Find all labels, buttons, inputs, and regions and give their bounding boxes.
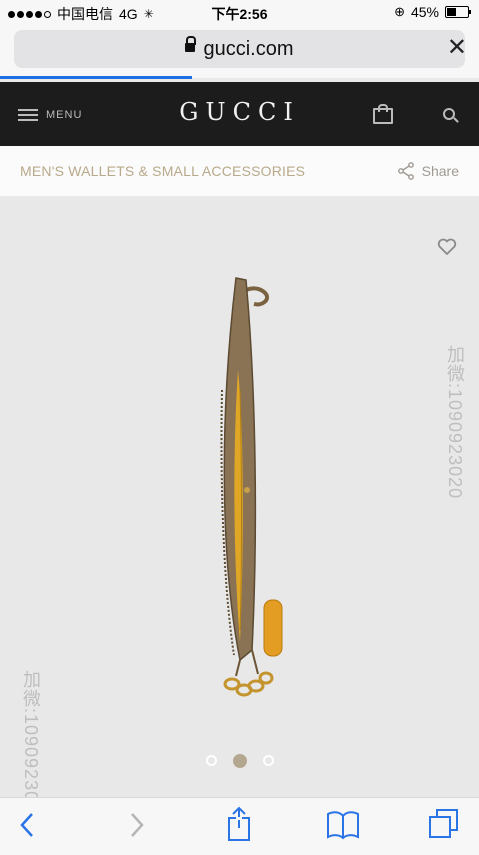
- site-logo[interactable]: GUCCI: [0, 98, 479, 126]
- search-icon[interactable]: [443, 108, 455, 120]
- share-label: Share: [421, 163, 459, 179]
- battery-percent: 45%: [410, 4, 439, 20]
- status-right: ⊕ 45%: [394, 4, 471, 20]
- shopping-bag-icon[interactable]: [373, 104, 393, 124]
- stop-loading-button[interactable]: ✕: [447, 33, 467, 62]
- gallery-page-dot[interactable]: [205, 755, 217, 766]
- share-button[interactable]: Share: [397, 162, 459, 180]
- product-image: [220, 277, 283, 697]
- lock-icon: [185, 36, 197, 53]
- url-text: gucci.com: [203, 38, 294, 60]
- address-display: gucci.com: [14, 36, 465, 61]
- category-bar: MEN'S WALLETS & SMALL ACCESSORIES Share: [0, 146, 479, 197]
- share-icon[interactable]: [225, 806, 253, 842]
- category-title[interactable]: MEN'S WALLETS & SMALL ACCESSORIES: [20, 163, 305, 179]
- orientation-lock-icon: ⊕: [394, 4, 405, 19]
- watermark-text: 加微:1090923020: [445, 345, 465, 500]
- gallery-page-dot[interactable]: [232, 754, 247, 768]
- address-field[interactable]: gucci.com: [14, 30, 465, 68]
- back-arrow-icon[interactable]: [18, 810, 38, 840]
- share-nodes-icon: [397, 162, 414, 180]
- browser-toolbar: [0, 797, 479, 855]
- tabs-icon[interactable]: [428, 808, 460, 840]
- bookmarks-icon[interactable]: [326, 810, 360, 840]
- site-header: MENU GUCCI: [0, 82, 479, 146]
- forward-arrow-icon[interactable]: [126, 810, 146, 840]
- status-bar: 中国电信 4G ✳ 下午2:56 ⊕ 45%: [0, 0, 479, 26]
- battery-icon: [445, 6, 471, 18]
- gallery-pager: [0, 754, 479, 768]
- wishlist-heart-icon[interactable]: [437, 238, 457, 256]
- page-load-progress: [0, 76, 192, 79]
- gallery-page-dot[interactable]: [262, 755, 274, 766]
- browser-address-area: gucci.com ✕: [0, 26, 479, 78]
